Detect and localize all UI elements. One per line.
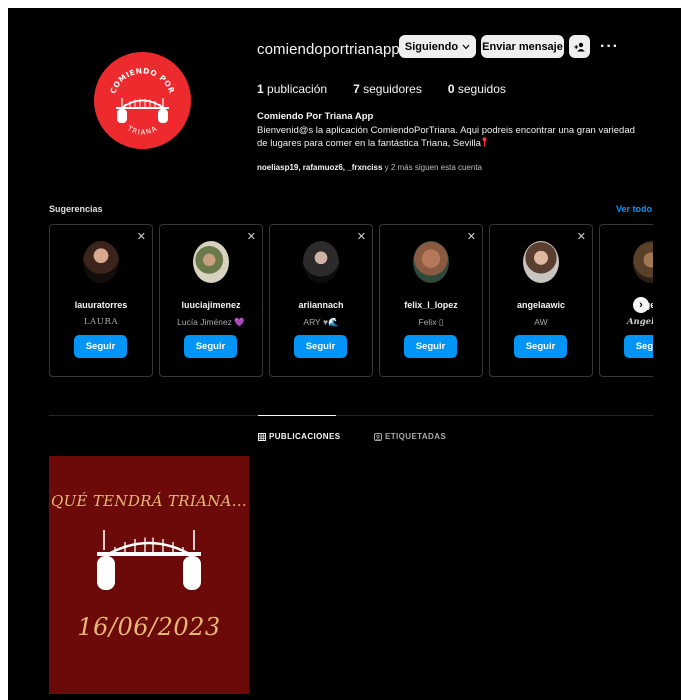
profile-avatar[interactable]: COMIENDO POR TRIANA (94, 52, 191, 149)
follow-button[interactable]: Seguir (514, 335, 567, 358)
suggestion-card[interactable]: ✕ angelaawic AW Seguir (489, 224, 593, 377)
chevron-right-icon[interactable]: › (633, 297, 649, 313)
tab-tagged-label: ETIQUETADAS (385, 432, 447, 441)
tag-user-icon (374, 432, 382, 441)
following-button[interactable]: Siguiendo (399, 35, 476, 58)
profile-bio: Bienvenid@s la aplicación ComiendoPorTri… (257, 125, 635, 149)
avatar[interactable] (633, 241, 653, 283)
send-message-button[interactable]: Enviar mensaje (481, 35, 564, 58)
profile-stats: 1 publicación 7 seguidores 0 seguidos (257, 82, 532, 96)
posts-stat[interactable]: 1 publicación (257, 82, 327, 96)
suggestion-name: Felix ▯ (418, 317, 444, 327)
avatar[interactable] (303, 241, 339, 283)
svg-text:TRIANA: TRIANA (125, 124, 159, 137)
follow-button[interactable]: Seguir (624, 335, 653, 358)
suggestion-username[interactable]: luuciajimenez (160, 300, 262, 310)
more-options-icon[interactable]: ··· (600, 38, 619, 56)
suggestion-username[interactable]: ariiannach (270, 300, 372, 310)
close-icon[interactable]: ✕ (137, 230, 146, 243)
profile-full-name: Comiendo Por Triana App (257, 111, 374, 122)
suggested-users-button[interactable] (569, 35, 590, 58)
avatar[interactable] (413, 241, 449, 283)
tab-posts-label: PUBLICACIONES (269, 432, 341, 441)
profile-page: COMIENDO POR TRIANA comiendoportrianapp … (8, 8, 681, 700)
post-date: 16/06/2023 (77, 613, 221, 641)
suggestion-card[interactable]: ✕ ariiannach ARY ♥🌊 Seguir (269, 224, 373, 377)
post-title: QUÉ TENDRÁ TRIANA... (51, 492, 247, 510)
send-message-label: Enviar mensaje (482, 40, 563, 53)
logo-text-top: COMIENDO POR (108, 66, 176, 95)
profile-username: comiendoportrianapp (257, 41, 400, 58)
tab-tagged[interactable]: ETIQUETADAS (374, 432, 446, 441)
chevron-down-icon (462, 44, 470, 49)
follow-button[interactable]: Seguir (294, 335, 347, 358)
tabs-divider (49, 415, 653, 416)
avatar[interactable] (83, 241, 119, 283)
suggestion-username[interactable]: lauuratorres (50, 300, 152, 310)
post-thumbnail[interactable]: QUÉ TENDRÁ TRIANA... 16/06/2023 (49, 456, 249, 694)
avatar[interactable] (523, 241, 559, 283)
logo-text-bottom: TRIANA (125, 124, 158, 137)
suggestion-name: LAURA (83, 317, 119, 327)
suggestion-name: AW (534, 317, 548, 327)
pin-icon (482, 137, 487, 147)
followers-stat[interactable]: 7 seguidores (353, 82, 422, 96)
followed-by-text[interactable]: noeliasp19, rafamuoz6, _frxnciss y 2 más… (257, 163, 482, 172)
add-user-icon (574, 42, 585, 51)
close-icon[interactable]: ✕ (357, 230, 366, 243)
suggestion-username[interactable]: angelaawic (490, 300, 592, 310)
grid-icon (258, 432, 266, 441)
close-icon[interactable]: ✕ (247, 230, 256, 243)
following-button-label: Siguiendo (404, 40, 459, 53)
following-stat[interactable]: 0 seguidos (448, 82, 506, 96)
bridge-logo-icon: COMIENDO POR TRIANA (108, 66, 176, 137)
close-icon[interactable]: ✕ (577, 230, 586, 243)
see-all-link[interactable]: Ver todo (616, 204, 652, 214)
avatar[interactable] (193, 241, 229, 283)
follow-button[interactable]: Seguir (404, 335, 457, 358)
suggestion-card[interactable]: ✕ lauuratorres LAURA Seguir (49, 224, 153, 377)
tab-posts[interactable]: PUBLICACIONES (258, 432, 340, 441)
suggestion-name: Angela Ca (626, 317, 653, 327)
svg-text:COMIENDO POR: COMIENDO POR (108, 66, 176, 95)
suggestion-card[interactable]: ✕ luuciajimenez Lucía Jiménez 💜 Seguir (159, 224, 263, 377)
follow-button[interactable]: Seguir (184, 335, 237, 358)
suggestion-card[interactable]: ✕ felix_l_lopez Felix ▯ Seguir (379, 224, 483, 377)
suggestions-carousel: ✕ lauuratorres LAURA Seguir ✕ luuciajime… (49, 224, 653, 378)
suggestion-name: ARY ♥🌊 (303, 317, 339, 327)
suggestions-title: Sugerencias (49, 204, 103, 214)
active-tab-indicator (258, 415, 336, 416)
suggestion-name: Lucía Jiménez 💜 (177, 317, 245, 327)
bridge-icon (97, 530, 201, 590)
suggestion-username[interactable]: felix_l_lopez (380, 300, 482, 310)
follow-button[interactable]: Seguir (74, 335, 127, 358)
close-icon[interactable]: ✕ (467, 230, 476, 243)
